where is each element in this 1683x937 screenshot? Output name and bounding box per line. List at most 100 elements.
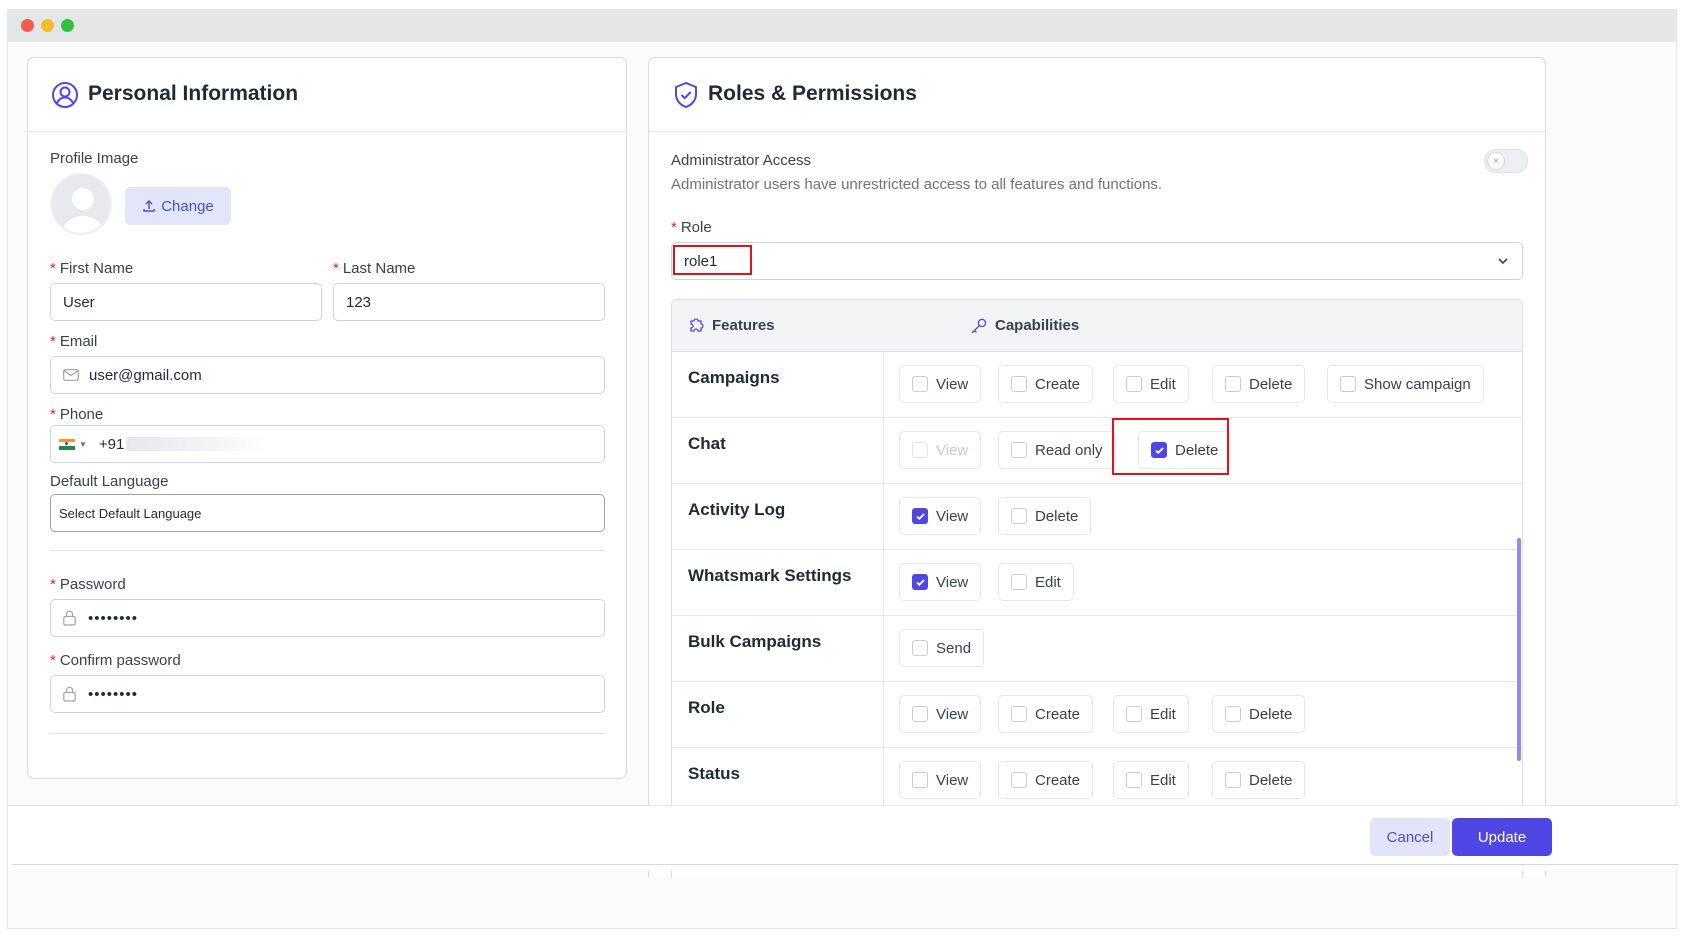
maximize-window-button[interactable] [61, 19, 74, 32]
capability-checkbox[interactable]: Edit [1113, 695, 1189, 733]
avatar[interactable] [50, 173, 112, 235]
section-divider-bottom [50, 733, 605, 734]
admin-access-toggle[interactable]: × [1484, 149, 1528, 173]
role-select[interactable]: role1 [671, 242, 1523, 280]
checkbox-unchecked-icon [1011, 706, 1027, 722]
features-column-header: Features [712, 317, 775, 334]
section-divider [50, 550, 605, 551]
checkbox-unchecked-icon [1011, 772, 1027, 788]
checkbox-unchecked-icon [1011, 574, 1027, 590]
feature-cell: Status [672, 748, 884, 813]
checkbox-unchecked-icon [1126, 772, 1142, 788]
capability-checkbox[interactable]: Delete [1212, 695, 1306, 733]
puzzle-icon [690, 318, 704, 332]
capability-label: Show campaign [1364, 375, 1471, 393]
default-language-select[interactable]: Select Default Language [50, 494, 605, 532]
email-label: * Email [50, 333, 97, 350]
update-button[interactable]: Update [1452, 818, 1552, 856]
country-flag-india-icon[interactable] [59, 438, 75, 450]
password-field[interactable]: •••••••• [50, 599, 605, 637]
email-value: user@gmail.com [89, 366, 202, 384]
required-mark: * [50, 333, 56, 350]
capability-label: Delete [1249, 375, 1293, 393]
roles-permissions-card: Roles & Permissions Administrator Access… [648, 57, 1546, 878]
confirm-password-label-text: Confirm password [59, 652, 181, 669]
capability-label: View [936, 705, 969, 723]
close-window-button[interactable] [21, 19, 34, 32]
minimize-window-button[interactable] [41, 19, 54, 32]
capability-checkbox[interactable]: Read only [998, 431, 1116, 469]
feature-cell: Role [672, 682, 884, 747]
phone-label-text: Phone [59, 406, 104, 423]
last-name-value: 123 [346, 293, 372, 311]
capability-checkbox[interactable]: View [899, 365, 982, 403]
first-name-label-text: First Name [59, 260, 134, 277]
capability-checkbox[interactable]: Delete [1212, 761, 1306, 799]
checkbox-unchecked-icon [1225, 376, 1241, 392]
confirm-password-field[interactable]: •••••••• [50, 675, 605, 713]
first-name-field[interactable]: User [50, 283, 322, 321]
last-name-label-text: Last Name [342, 260, 416, 277]
feature-cell: Activity Log [672, 484, 884, 549]
checkbox-unchecked-icon [912, 442, 928, 458]
capability-checkbox[interactable]: Create [998, 761, 1094, 799]
capability-checkbox[interactable]: Edit [1113, 365, 1189, 403]
roles-permissions-title: Roles & Permissions [708, 82, 917, 105]
confirm-password-label: * Confirm password [50, 652, 181, 669]
feature-label: Whatsmark Settings [688, 566, 852, 585]
capability-label: Send [936, 639, 972, 657]
feature-label: Bulk Campaigns [688, 632, 822, 651]
capability-checkbox[interactable]: Edit [998, 563, 1074, 601]
capability-label: Edit [1150, 375, 1176, 393]
capability-checkbox[interactable]: Delete [1212, 365, 1306, 403]
required-mark: * [333, 260, 339, 277]
capability-checkbox[interactable]: Edit [1113, 761, 1189, 799]
last-name-field[interactable]: 123 [333, 283, 605, 321]
checkbox-unchecked-icon [912, 772, 928, 788]
default-language-value: Select Default Language [59, 505, 202, 521]
first-name-value: User [63, 293, 95, 311]
capabilities-column-header: Capabilities [995, 317, 1080, 334]
permissions-table-header: Features Capabilities [672, 300, 1522, 352]
personal-information-header: Personal Information [28, 58, 626, 132]
capability-checkbox[interactable]: Create [998, 695, 1094, 733]
capability-label: Delete [1175, 441, 1219, 459]
confirm-password-value: •••••••• [88, 685, 139, 703]
checkbox-unchecked-icon [1340, 376, 1356, 392]
capability-checkbox[interactable]: Show campaign [1327, 365, 1484, 403]
country-dropdown-caret-icon[interactable]: ▼ [79, 440, 87, 449]
capability-checkbox[interactable]: View [899, 695, 982, 733]
personal-information-card: Personal Information Profile Image Chang… [27, 57, 627, 779]
capability-label: Edit [1150, 705, 1176, 723]
role-select-value: role1 [684, 253, 718, 270]
capability-label: View [936, 507, 969, 525]
capability-checkbox[interactable]: Delete [998, 497, 1092, 535]
email-field[interactable]: user@gmail.com [50, 356, 605, 394]
password-label-text: Password [59, 576, 126, 593]
capability-checkbox[interactable]: View [899, 761, 982, 799]
permission-row: Role View Create Edit Delete [672, 682, 1522, 748]
change-image-button[interactable]: Change [125, 187, 231, 225]
admin-access-description: Administrator users have unrestricted ac… [671, 176, 1163, 193]
first-name-label: * First Name [50, 260, 133, 277]
capability-checkbox[interactable]: View [899, 563, 982, 601]
phone-field[interactable]: ▼ +91 [50, 425, 605, 463]
capability-checkbox[interactable]: Delete [1138, 431, 1232, 469]
key-icon [971, 318, 987, 334]
permission-row: Activity Log View Delete [672, 484, 1522, 550]
capability-checkbox[interactable]: Create [998, 365, 1094, 403]
cancel-button[interactable]: Cancel [1370, 818, 1450, 856]
user-circle-icon [52, 82, 78, 108]
permissions-table: Features Capabilities Campaigns View Creat… [671, 299, 1523, 878]
capability-label: Create [1035, 771, 1081, 789]
permissions-scrollbar[interactable] [1517, 538, 1521, 761]
checkbox-unchecked-icon [1011, 442, 1027, 458]
capability-label: View [936, 441, 969, 459]
capability-checkbox[interactable]: Send [899, 629, 985, 667]
capability-label: View [936, 375, 969, 393]
feature-cell: Whatsmark Settings [672, 550, 884, 615]
feature-cell: Campaigns [672, 352, 884, 417]
avatar-placeholder-icon [60, 188, 106, 233]
profile-image-label: Profile Image [50, 150, 139, 167]
capability-checkbox[interactable]: View [899, 497, 982, 535]
